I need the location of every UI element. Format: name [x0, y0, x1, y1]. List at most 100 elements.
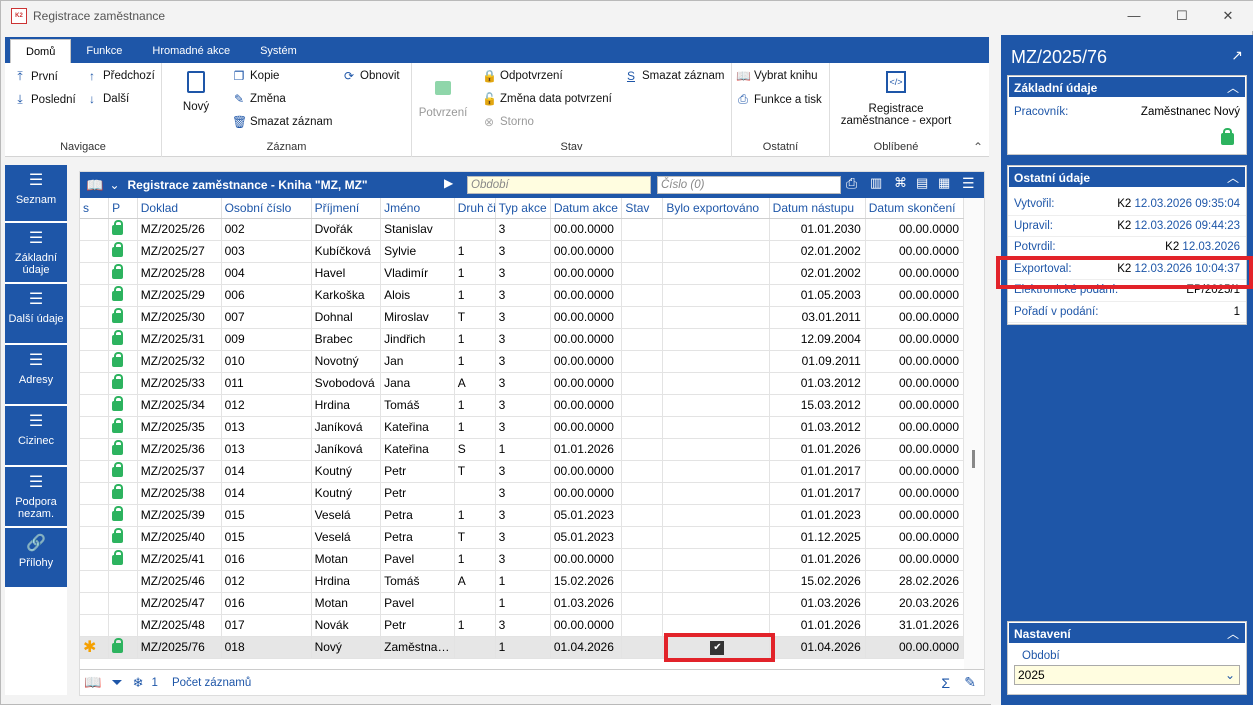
- table-row[interactable]: MZ/2025/28 004 Havel Vladimír 1 3 00.00.0000 02…: [80, 262, 965, 285]
- table-cell: [621, 306, 664, 329]
- vertical-scrollbar[interactable]: [964, 198, 984, 670]
- column-header[interactable]: Typ akce: [495, 198, 551, 219]
- select-book-button[interactable]: 📖 Vybrat knihu: [736, 69, 818, 83]
- column-header[interactable]: s: [80, 198, 110, 219]
- info-label: Potvrdil:: [1014, 241, 1056, 254]
- table-row[interactable]: MZ/2025/37 014 Koutný Petr T 3 00.00.0000 01.01…: [80, 460, 965, 483]
- column-header[interactable]: P: [108, 198, 138, 219]
- minimize-button[interactable]: —: [1111, 1, 1157, 31]
- open-external-icon[interactable]: ↗: [1231, 47, 1243, 64]
- chevron-up-icon[interactable]: ︿: [1227, 623, 1239, 645]
- new-document-icon: [187, 71, 205, 93]
- nav-adresy[interactable]: ☰ Adresy: [5, 345, 67, 406]
- change-confirm-date-button[interactable]: 🔓 Změna data potvrzení: [482, 92, 612, 106]
- table-row[interactable]: ✱ MZ/2025/76 018 Nový Zaměstnanec 1 01.04.2026…: [80, 636, 965, 659]
- settings-columns-icon[interactable]: ▦: [938, 175, 950, 191]
- chevron-down-icon[interactable]: ⌄: [109, 178, 119, 192]
- card-header[interactable]: Základní údaje ︿: [1008, 76, 1246, 98]
- table-row[interactable]: MZ/2025/30 007 Dohnal Miroslav T 3 00.00.0000 0…: [80, 306, 965, 329]
- print-functions-button[interactable]: ⎙ Funkce a tisk: [736, 92, 822, 107]
- obdobi-select[interactable]: 2025 ⌄: [1014, 665, 1240, 685]
- tab-hromadne-akce[interactable]: Hromadné akce: [137, 39, 245, 63]
- column-header[interactable]: Bylo exportováno: [662, 198, 770, 219]
- edit-button[interactable]: ✎ Změna: [232, 92, 286, 106]
- table-row[interactable]: MZ/2025/39 015 Veselá Petra 1 3 05.01.2023 01.0…: [80, 504, 965, 527]
- table-row[interactable]: MZ/2025/38 014 Koutný Petr 3 00.00.0000 01.01.…: [80, 482, 965, 505]
- table-row[interactable]: MZ/2025/41 016 Motan Pavel 1 3 00.00.0000 01.01…: [80, 548, 965, 571]
- pencil-icon[interactable]: ✎: [964, 674, 976, 691]
- play-icon[interactable]: ▶: [444, 176, 453, 190]
- ribbon-group-ostatni: 📖 Vybrat knihu ⎙ Funkce a tisk Ostatní: [732, 63, 830, 157]
- table-row[interactable]: MZ/2025/29 006 Karkoška Alois 1 3 00.00.0000 01…: [80, 284, 965, 307]
- tab-funkce[interactable]: Funkce: [71, 39, 137, 63]
- obdobi-filter-input[interactable]: Období: [467, 176, 651, 194]
- table-row[interactable]: MZ/2025/36 013 Janíková Kateřina S 1 01.01.202…: [80, 438, 965, 461]
- first-button[interactable]: ⤒ První: [13, 69, 58, 84]
- next-button[interactable]: ↓ Další: [85, 92, 129, 106]
- table-row[interactable]: MZ/2025/33 011 Svobodová Jana A 3 00.00.0000 01…: [80, 372, 965, 395]
- book-icon[interactable]: 📖: [86, 177, 103, 194]
- card-header[interactable]: Ostatní údaje ︿: [1008, 166, 1246, 188]
- collapse-ribbon-icon[interactable]: ⌃: [973, 140, 983, 154]
- table-row[interactable]: MZ/2025/47 016 Motan Pavel 1 01.03.2026 01.03.…: [80, 592, 965, 615]
- nav-cizinec[interactable]: ☰ Cizinec: [5, 406, 67, 467]
- nav-prilohy[interactable]: 🔗 Přílohy: [5, 528, 67, 589]
- table-row[interactable]: MZ/2025/35 013 Janíková Kateřina 1 3 00.00.000…: [80, 416, 965, 439]
- confirm-button[interactable]: Potvrzení: [416, 73, 470, 119]
- nav-zakladni-udaje[interactable]: ☰ Základní údaje: [5, 223, 67, 284]
- table-row[interactable]: MZ/2025/31 009 Brabec Jindřich 1 3 00.00.0000 1…: [80, 328, 965, 351]
- refresh-button[interactable]: ⟳ Obnovit: [342, 69, 400, 83]
- table-row[interactable]: MZ/2025/48 017 Novák Petr 1 3 00.00.0000 01.01.…: [80, 614, 965, 637]
- scroll-thumb[interactable]: [972, 450, 975, 468]
- column-header[interactable]: Osobní číslo: [221, 198, 312, 219]
- panel-splitter[interactable]: [991, 35, 1001, 705]
- record-count-label[interactable]: Počet záznamů: [172, 677, 251, 689]
- table-row[interactable]: MZ/2025/40 015 Veselá Petra T 3 05.01.2023 01.1…: [80, 526, 965, 549]
- nav-seznam[interactable]: ☰ Seznam: [5, 165, 67, 223]
- column-header[interactable]: Datum nástupu: [769, 198, 866, 219]
- column-header[interactable]: Příjmení: [311, 198, 382, 219]
- tab-domu[interactable]: Domů: [10, 39, 72, 63]
- column-header[interactable]: Stav: [621, 198, 664, 219]
- filter-icon[interactable]: ⏷: [111, 674, 122, 691]
- table-cell: 016: [221, 592, 312, 615]
- table-row[interactable]: MZ/2025/34 012 Hrdina Tomáš 1 3 00.00.0000 15.0…: [80, 394, 965, 417]
- delete-record-button-2[interactable]: S Smazat záznam: [624, 69, 724, 83]
- nav-podpora-nezam[interactable]: ☰ Podpora nezam.: [5, 467, 67, 528]
- maximize-button[interactable]: ☐: [1159, 1, 1205, 31]
- menu-icon[interactable]: ☰: [962, 175, 975, 192]
- chevron-down-icon[interactable]: ⌄: [1225, 666, 1235, 684]
- table-row[interactable]: MZ/2025/26 002 Dvořák Stanislav 3 00.00.0000 0…: [80, 218, 965, 241]
- table-row[interactable]: MZ/2025/27 003 Kubíčková Sylvie 1 3 00.00.0000…: [80, 240, 965, 263]
- copy-button[interactable]: ❐ Kopie: [232, 69, 280, 83]
- chart-icon[interactable]: ▥: [870, 175, 882, 191]
- tab-system[interactable]: Systém: [245, 39, 312, 63]
- binoculars-icon[interactable]: ⌘: [894, 175, 907, 191]
- close-button[interactable]: ✕: [1205, 1, 1251, 31]
- previous-button[interactable]: ↑ Předchozí: [85, 69, 155, 83]
- column-header[interactable]: Druh či: [454, 198, 496, 219]
- nav-dalsi-udaje[interactable]: ☰ Další údaje: [5, 284, 67, 345]
- column-header[interactable]: Datum skončení: [865, 198, 965, 219]
- column-header[interactable]: Jméno: [380, 198, 455, 219]
- cislo-search-input[interactable]: Číslo (0): [657, 176, 841, 194]
- column-header[interactable]: Datum akce: [550, 198, 623, 219]
- chevron-up-icon[interactable]: ︿: [1227, 167, 1239, 189]
- book-icon[interactable]: 📖: [84, 674, 101, 691]
- new-button[interactable]: Nový: [174, 71, 218, 113]
- columns-icon[interactable]: ▤: [916, 175, 928, 191]
- column-header[interactable]: Doklad: [137, 198, 222, 219]
- last-button[interactable]: ⤓ Poslední: [13, 92, 75, 107]
- storno-button[interactable]: ⊗ Storno: [482, 115, 534, 129]
- delete-record-button[interactable]: 🗑 Smazat záznam: [232, 115, 332, 129]
- table-cell: [621, 262, 664, 285]
- table-row[interactable]: MZ/2025/32 010 Novotný Jan 1 3 00.00.0000 01.09…: [80, 350, 965, 373]
- snowflake-icon[interactable]: ❄: [133, 675, 144, 691]
- export-button[interactable]: </> Registrace zaměstnance - export: [834, 71, 958, 127]
- card-header[interactable]: Nastavení ︿: [1008, 622, 1246, 644]
- sum-icon[interactable]: Σ: [941, 675, 950, 691]
- table-row[interactable]: MZ/2025/46 012 Hrdina Tomáš A 1 15.02.2026 15.0…: [80, 570, 965, 593]
- printer-icon[interactable]: ⎙: [846, 175, 857, 192]
- unconfirm-button[interactable]: 🔒 Odpotvrzení: [482, 69, 563, 83]
- chevron-up-icon[interactable]: ︿: [1227, 77, 1239, 99]
